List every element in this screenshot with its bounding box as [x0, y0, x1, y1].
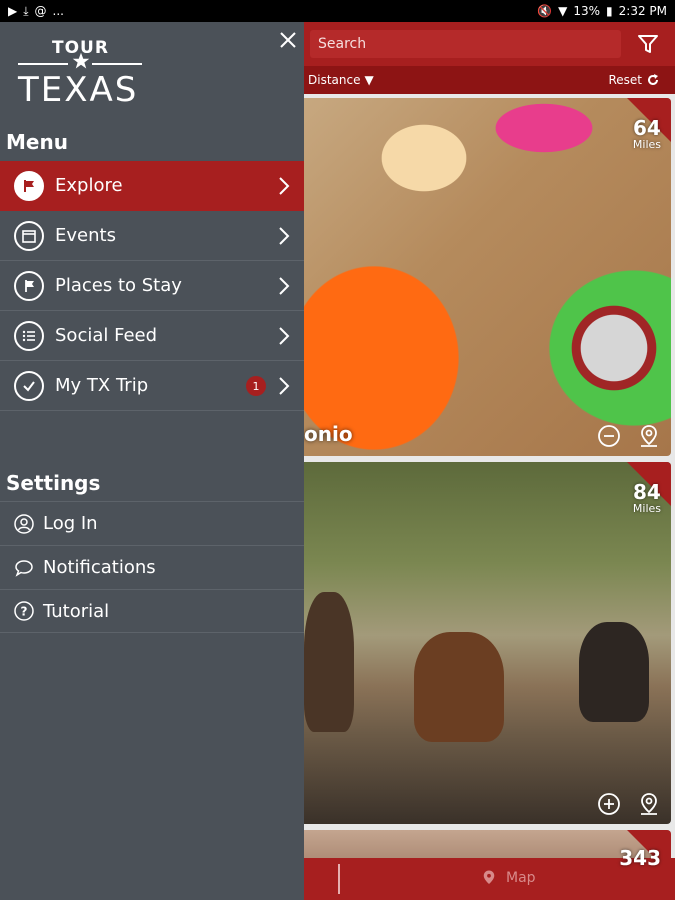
- signal-icon: ▼: [558, 4, 568, 18]
- menu-item-label: Explore: [55, 175, 123, 196]
- bottom-divider: [338, 864, 340, 894]
- distance-value: 64: [633, 116, 661, 140]
- map-pin-icon: [483, 870, 495, 884]
- logo-texas-text: TEXAS: [18, 70, 139, 110]
- download-icon: ⤓: [23, 3, 29, 18]
- status-bar: ▶ ⤓ @ ... 🔇 ▼ 13% ▮ 2:32 PM: [0, 0, 675, 22]
- settings-item-notifications[interactable]: Notifications: [0, 545, 304, 589]
- settings-heading: Settings: [6, 471, 101, 495]
- more-notifications-text: ...: [52, 4, 64, 18]
- filter-button[interactable]: [621, 22, 675, 66]
- map-button[interactable]: Map: [480, 869, 536, 887]
- caret-down-icon: ▼: [364, 73, 374, 87]
- chevron-right-icon: [279, 327, 290, 345]
- sort-dropdown[interactable]: Distance ▼: [308, 73, 374, 87]
- add-to-trip-icon[interactable]: [597, 792, 621, 816]
- reset-label: Reset: [608, 73, 642, 87]
- rider-photo-detail: [304, 592, 354, 732]
- menu-item-my-tx-trip[interactable]: My TX Trip 1: [0, 361, 304, 411]
- list-icon: [14, 320, 44, 351]
- distance-badge: 343: [619, 848, 661, 868]
- sort-label: Distance: [308, 73, 361, 87]
- distance-value: 343: [619, 846, 661, 870]
- close-button[interactable]: [276, 28, 300, 52]
- destination-card[interactable]: 84 Miles: [304, 462, 671, 824]
- menu-item-explore[interactable]: Explore: [0, 161, 304, 211]
- chevron-right-icon: [279, 377, 290, 395]
- menu-item-label: Places to Stay: [55, 275, 182, 296]
- horse-photo-detail: [579, 622, 649, 722]
- map-pin-icon[interactable]: [637, 792, 661, 816]
- menu-list: Explore Events Places to Stay Social Fee…: [0, 161, 304, 411]
- battery-icon: ▮: [606, 4, 613, 18]
- refresh-icon: [648, 74, 658, 85]
- menu-item-label: Social Feed: [55, 325, 158, 346]
- tour-texas-logo: TOUR TEXAS: [18, 36, 142, 110]
- close-icon: [280, 32, 296, 48]
- svg-text:?: ?: [21, 605, 28, 619]
- flag-icon: [14, 170, 44, 201]
- menu-item-label: Events: [55, 225, 116, 246]
- menu-item-places-to-stay[interactable]: Places to Stay: [0, 261, 304, 311]
- settings-item-log-in[interactable]: Log In: [0, 501, 304, 545]
- distance-value: 84: [633, 480, 661, 504]
- clock: 2:32 PM: [618, 4, 667, 18]
- map-pin-icon[interactable]: [637, 424, 661, 448]
- pin-flag-icon: [14, 270, 44, 301]
- speech-bubble-icon: [13, 557, 35, 579]
- menu-heading: Menu: [6, 130, 68, 154]
- destination-card[interactable]: 64 Miles onio: [304, 98, 671, 456]
- distance-unit: Miles: [632, 138, 661, 151]
- reset-button[interactable]: Reset: [608, 73, 659, 87]
- mute-icon: 🔇: [537, 4, 553, 18]
- horse-photo-detail: [414, 632, 504, 742]
- top-bar: Search: [304, 22, 675, 66]
- distance-unit: Miles: [632, 502, 661, 515]
- menu-item-label: My TX Trip: [55, 375, 149, 396]
- menu-item-social-feed[interactable]: Social Feed: [0, 311, 304, 361]
- navigation-drawer: TOUR TEXAS Menu Explore Events Places to…: [0, 22, 304, 900]
- notification-badge: 1: [246, 376, 266, 396]
- chevron-right-icon: [279, 227, 290, 245]
- sort-bar: Distance ▼ Reset: [304, 66, 675, 94]
- chevron-right-icon: [279, 177, 290, 195]
- settings-item-label: Notifications: [43, 557, 156, 578]
- battery-level: 13%: [573, 4, 601, 18]
- filter-icon: [638, 35, 658, 53]
- settings-item-label: Log In: [43, 513, 98, 534]
- settings-list: Log In Notifications ? Tutorial: [0, 501, 304, 633]
- distance-badge: 84 Miles: [633, 482, 661, 515]
- search-input[interactable]: Search: [310, 30, 621, 58]
- calendar-icon: [14, 220, 44, 251]
- card-title: onio: [304, 422, 353, 446]
- settings-item-tutorial[interactable]: ? Tutorial: [0, 589, 304, 633]
- at-icon: @: [34, 4, 47, 18]
- question-icon: ?: [13, 600, 35, 622]
- map-label: Map: [506, 870, 536, 886]
- check-icon: [14, 370, 44, 401]
- star-icon: [72, 52, 90, 69]
- remove-from-trip-icon[interactable]: [597, 424, 621, 448]
- distance-badge: 64 Miles: [633, 118, 661, 151]
- user-icon: [13, 513, 35, 535]
- play-store-icon: ▶: [8, 4, 18, 18]
- menu-item-events[interactable]: Events: [0, 211, 304, 261]
- main-content: Search Distance ▼ Reset 64 Miles onio 84…: [304, 22, 675, 900]
- chevron-right-icon: [279, 277, 290, 295]
- settings-item-label: Tutorial: [43, 600, 110, 622]
